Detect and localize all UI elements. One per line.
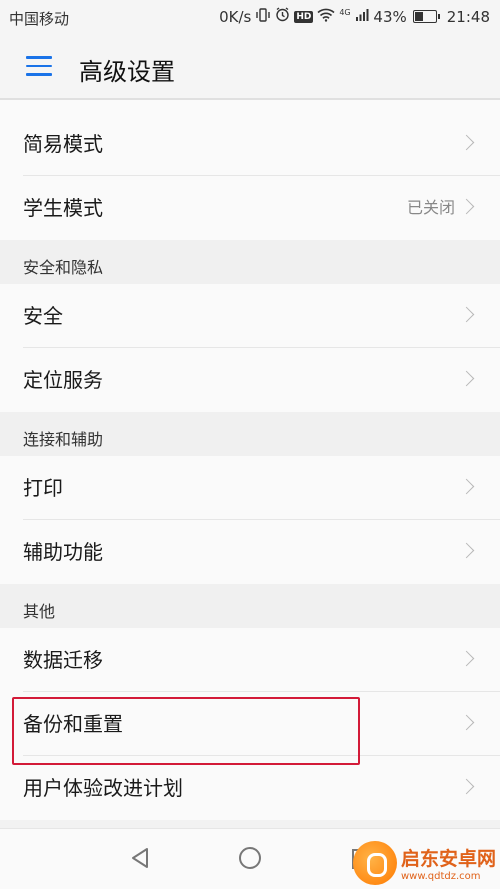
status-bar: 中国移动 0K/s HD 4G 43% 21:48: [0, 0, 500, 34]
back-triangle-icon[interactable]: [130, 847, 150, 873]
hd-icon: HD: [294, 10, 314, 23]
settings-row-value: 已关闭: [406, 198, 455, 217]
section-header: 其他: [0, 584, 500, 628]
clock-time: 21:48: [446, 7, 490, 26]
settings-row-label: 数据迁移: [23, 648, 103, 672]
section-header-label: 连接和辅助: [23, 430, 104, 449]
settings-row-label: 用户体验改进计划: [23, 776, 183, 800]
section-header: 安全和隐私: [0, 240, 500, 284]
chevron-right-icon: [458, 198, 475, 215]
watermark-title: 启东安卓网: [400, 848, 496, 870]
app-title-bar: 高级设置: [0, 34, 500, 100]
settings-row-label: 打印: [23, 476, 63, 500]
watermark: 启东安卓网 www.qdtdz.com: [352, 841, 496, 885]
settings-row[interactable]: 备份和重置: [0, 692, 500, 756]
settings-row[interactable]: 辅助功能: [0, 520, 500, 584]
settings-row-label: 安全: [23, 304, 63, 328]
settings-row[interactable]: 学生模式 已关闭: [0, 176, 500, 240]
wifi-icon: [317, 8, 335, 26]
chevron-right-icon: [458, 134, 475, 151]
home-circle-icon[interactable]: [239, 847, 261, 869]
section-header: 连接和辅助: [0, 412, 500, 456]
signal-icon: 4G: [339, 8, 369, 26]
watermark-logo-icon: [352, 841, 397, 885]
hamburger-menu-icon[interactable]: [26, 56, 52, 76]
settings-row[interactable]: 安全: [0, 284, 500, 348]
chevron-right-icon: [458, 714, 475, 731]
settings-list: 简易模式学生模式 已关闭安全和隐私安全定位服务连接和辅助打印辅助功能其他数据迁移备…: [0, 100, 500, 820]
battery-icon: [412, 10, 440, 23]
settings-row[interactable]: 简易模式: [0, 112, 500, 176]
settings-row[interactable]: 打印: [0, 456, 500, 520]
battery-percent: 43%: [373, 7, 407, 26]
watermark-url: www.qdtdz.com: [400, 871, 481, 882]
network-speed: 0K/s: [219, 7, 252, 26]
status-icons: 0K/s HD 4G 43% 21:48: [219, 7, 490, 26]
alarm-icon: [275, 7, 290, 26]
list-top-spacer: [0, 100, 500, 112]
settings-row-label: 学生模式: [23, 196, 103, 220]
vibrate-icon: [255, 7, 271, 26]
chevron-right-icon: [458, 650, 475, 667]
page-title: 高级设置: [79, 58, 175, 86]
chevron-right-icon: [458, 542, 475, 559]
settings-row[interactable]: 定位服务: [0, 348, 500, 412]
chevron-right-icon: [458, 370, 475, 387]
system-nav-bar: 启东安卓网 www.qdtdz.com: [0, 828, 500, 889]
section-header-label: 其他: [23, 602, 56, 621]
chevron-right-icon: [458, 306, 475, 323]
carrier-name: 中国移动: [9, 10, 70, 28]
settings-row-label: 简易模式: [23, 132, 103, 156]
section-header-label: 安全和隐私: [23, 258, 104, 277]
chevron-right-icon: [458, 478, 475, 495]
settings-row[interactable]: 数据迁移: [0, 628, 500, 692]
chevron-right-icon: [458, 778, 475, 795]
settings-row[interactable]: 用户体验改进计划: [0, 756, 500, 820]
settings-row-label: 辅助功能: [23, 540, 103, 564]
settings-row-label: 定位服务: [23, 368, 103, 392]
settings-row-label: 备份和重置: [23, 712, 123, 736]
